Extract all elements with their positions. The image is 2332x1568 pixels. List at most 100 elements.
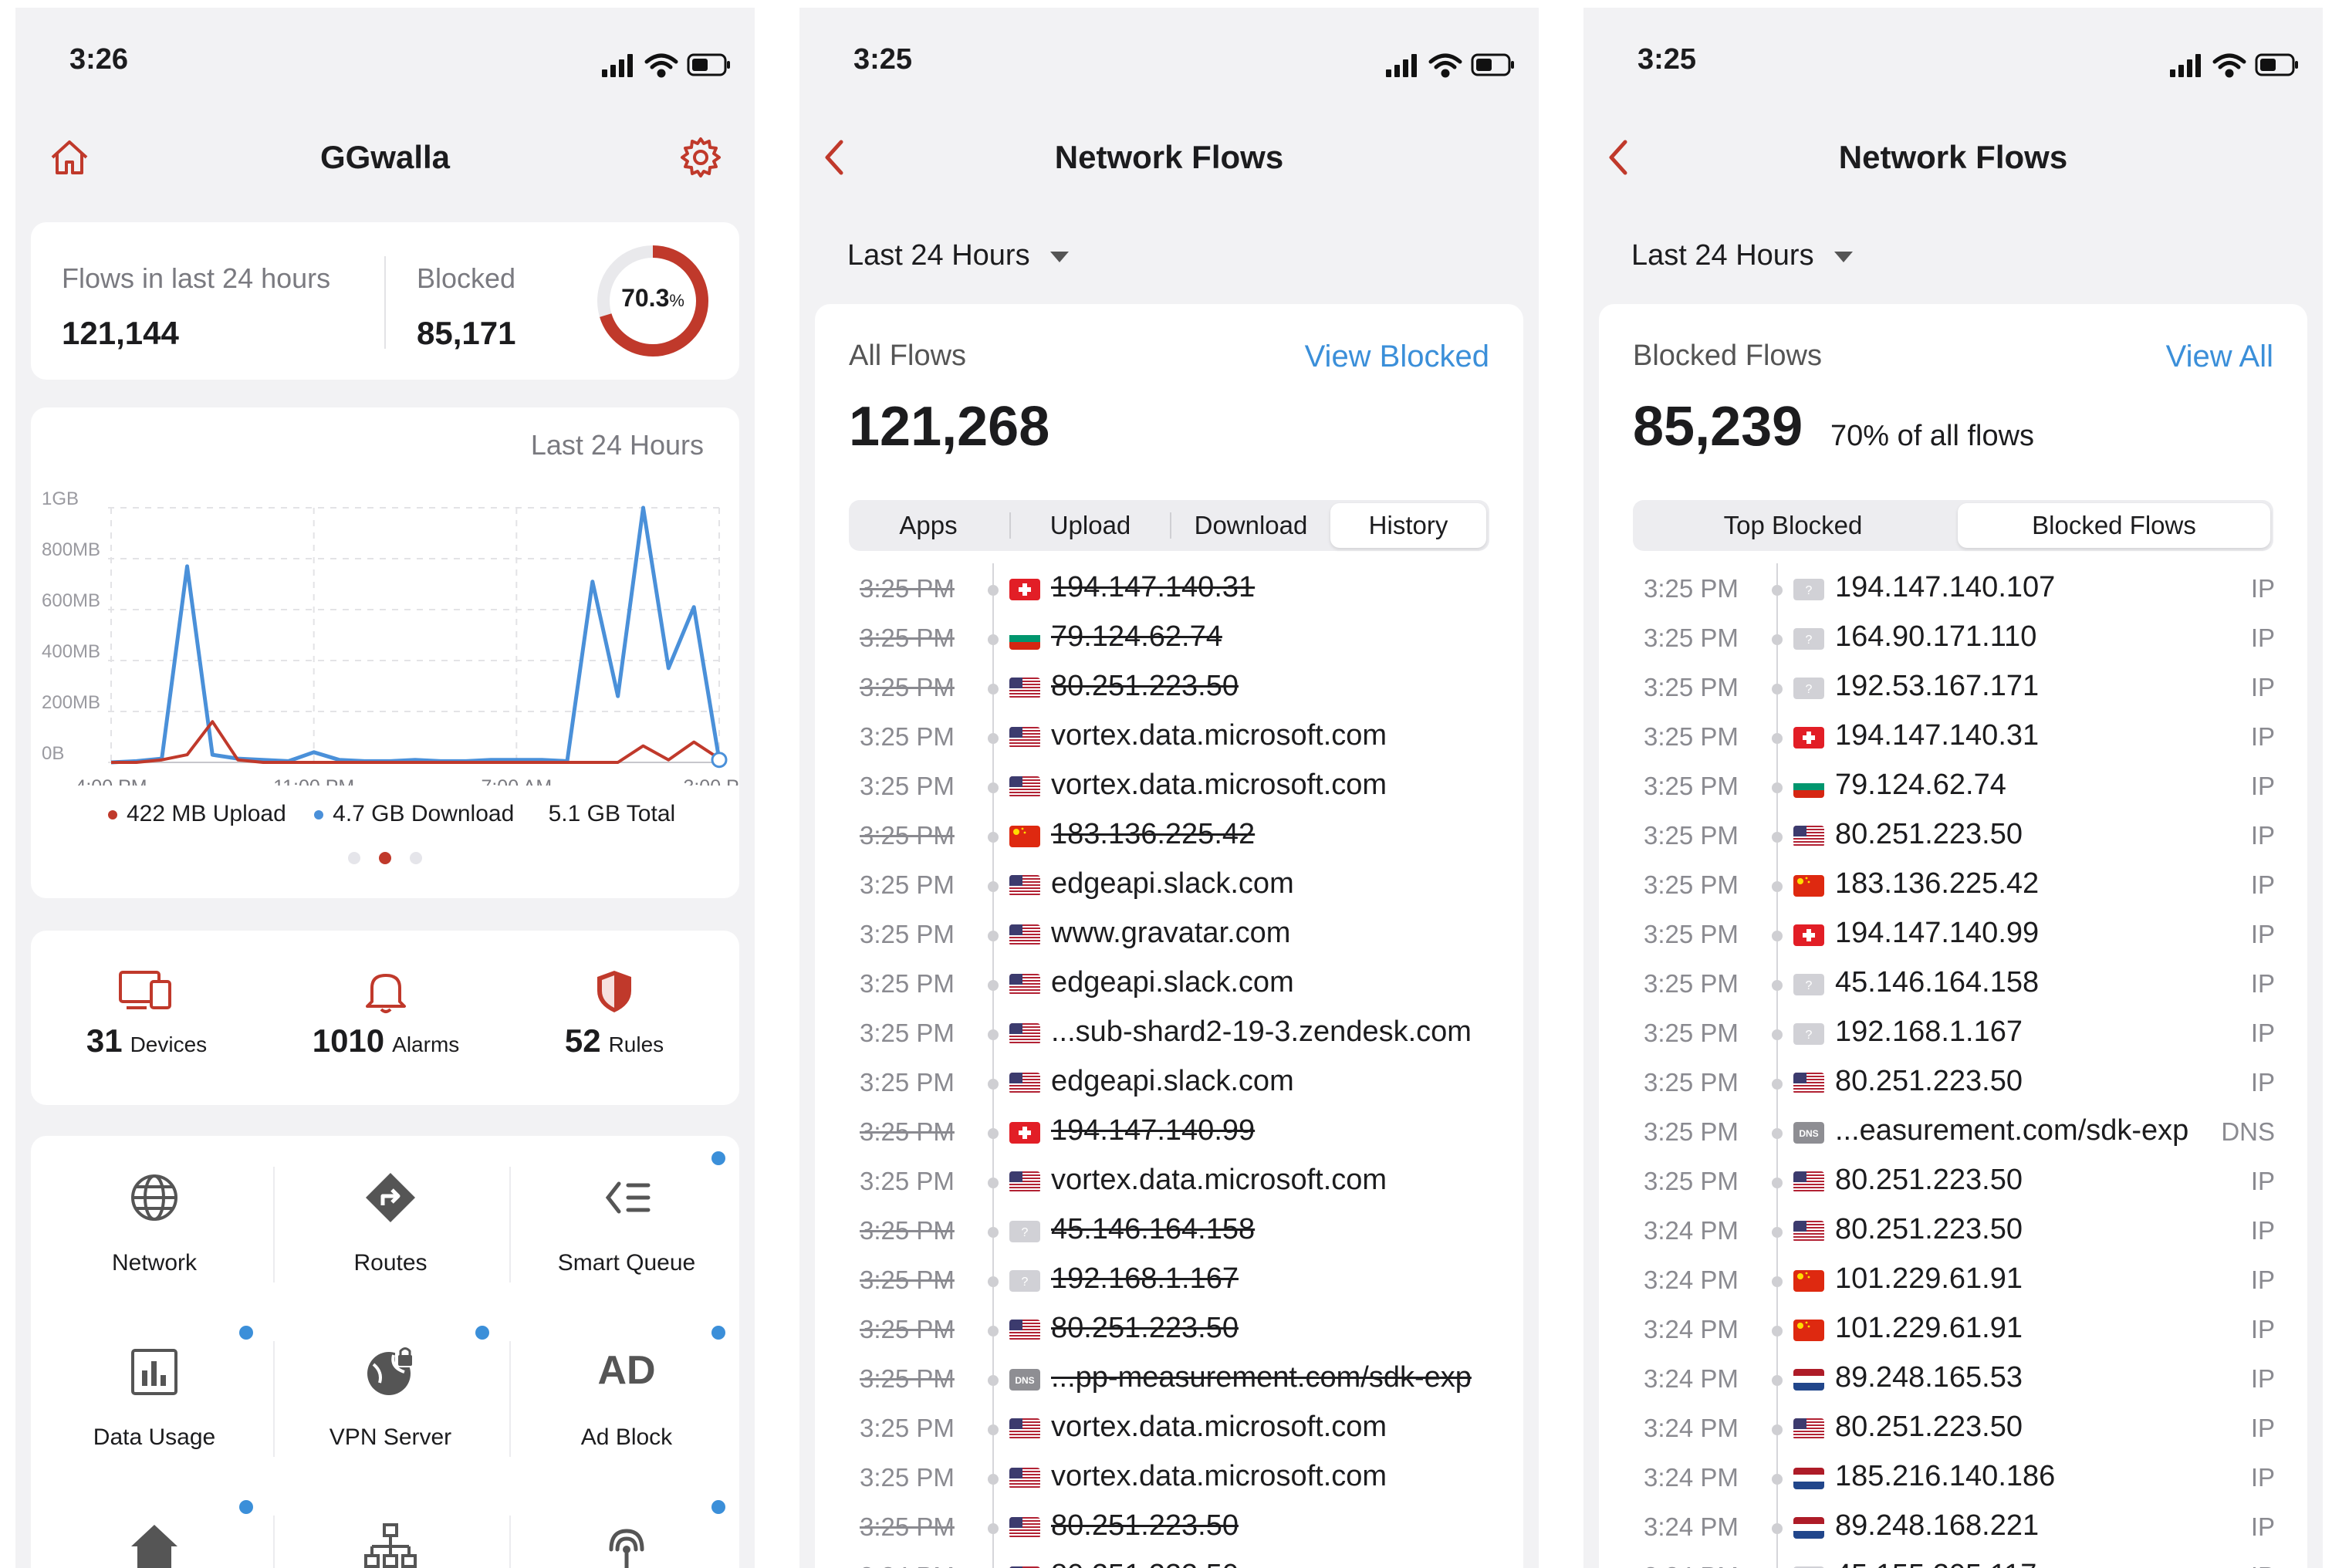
- view-all-link[interactable]: View All: [2166, 340, 2273, 374]
- flow-row[interactable]: 3:25 PM DNS ...pp-measurement.com/sdk-exp: [815, 1355, 1523, 1404]
- flow-row[interactable]: 3:25 PM 80.251.223.50: [815, 664, 1523, 713]
- flow-row[interactable]: 3:25 PM edgeapi.slack.com: [815, 960, 1523, 1009]
- bell-icon: [366, 974, 406, 1013]
- tab-apps[interactable]: Apps: [849, 500, 1008, 551]
- y-tick-label: 800MB: [42, 539, 100, 560]
- blocked-count: 85,239: [1633, 396, 1803, 458]
- status-icons: [602, 53, 730, 78]
- chart-card[interactable]: Last 24 Hours 0B 200MB 400MB 600MB 800MB 1GB 4…: [31, 407, 739, 898]
- flow-row[interactable]: 3:25 PM? 192.168.1.167 IP: [1599, 1009, 2307, 1059]
- data-usage-tile[interactable]: Data Usage: [39, 1310, 270, 1465]
- flow-host: 164.90.171.110: [1835, 620, 2037, 653]
- timeline-dot: [1772, 1424, 1783, 1435]
- ad-block-tile[interactable]: AD Ad Block: [511, 1310, 742, 1465]
- ch-flag-icon: [1793, 924, 1824, 946]
- flow-row[interactable]: 3:25 PM 194.147.140.99 IP: [1599, 911, 2307, 960]
- tab-top-blocked[interactable]: Top Blocked: [1633, 500, 1953, 551]
- flow-row[interactable]: 3:25 PM? 164.90.171.110 IP: [1599, 614, 2307, 664]
- us-flag-icon: [1009, 924, 1040, 946]
- flow-row[interactable]: 3:25 PM 80.251.223.50 IP: [1599, 1157, 2307, 1207]
- flow-time: 3:25 PM: [860, 1068, 955, 1097]
- gear-icon[interactable]: [678, 134, 724, 181]
- flow-row[interactable]: 3:25 PM vortex.data.microsoft.com: [815, 1157, 1523, 1207]
- network-tile[interactable]: Network: [39, 1136, 270, 1290]
- flow-type: IP: [2250, 574, 2275, 603]
- summary-card[interactable]: Flows in last 24 hours 121,144 Blocked 8…: [31, 222, 739, 380]
- family-tile[interactable]: [39, 1485, 270, 1568]
- broadcast-tile[interactable]: [511, 1485, 742, 1568]
- smart-queue-tile[interactable]: Smart Queue: [511, 1136, 742, 1290]
- nl-flag-icon: [1793, 1369, 1824, 1391]
- quick-stats-card[interactable]: 31 Devices 1010 Alarms 52 Rules: [31, 931, 739, 1105]
- flow-row[interactable]: 3:25 PM DNS ...easurement.com/sdk-exp DNS: [1599, 1108, 2307, 1157]
- time-range-dropdown[interactable]: Last 24 Hours: [847, 239, 1069, 272]
- tab-history[interactable]: History: [1330, 503, 1486, 548]
- flow-row[interactable]: 3:25 PM 183.136.225.42: [815, 812, 1523, 861]
- flow-row[interactable]: 3:25 PM vortex.data.microsoft.com: [815, 1454, 1523, 1503]
- topology-tile[interactable]: [275, 1485, 506, 1568]
- flows-label: Flows in last 24 hours: [62, 262, 331, 294]
- flow-row[interactable]: 3:24 PM 89.248.168.221 IP: [1599, 1503, 2307, 1553]
- flow-row[interactable]: 3:25 PM www.gravatar.com: [815, 911, 1523, 960]
- devices-stat[interactable]: 31 Devices: [69, 968, 224, 1059]
- flow-row[interactable]: 3:25 PM 79.124.62.74 IP: [1599, 762, 2307, 812]
- flow-row[interactable]: 3:25 PM 80.251.223.50 IP: [1599, 1059, 2307, 1108]
- home-screen: 3:26 GGwalla Flows in last 24 hours 121,…: [15, 8, 755, 1568]
- flow-row[interactable]: 3:25 PM 80.251.223.50 IP: [1599, 812, 2307, 861]
- tab-upload[interactable]: Upload: [1011, 500, 1170, 551]
- page-dot[interactable]: [379, 852, 391, 864]
- features-card: Network Routes Smart Queue Data Usage VP…: [31, 1136, 739, 1568]
- blocked-list[interactable]: 3:25 PM? 194.147.140.107 IP 3:25 PM? 164.90.…: [1599, 563, 2307, 1568]
- tab-download[interactable]: Download: [1171, 500, 1330, 551]
- flow-row[interactable]: 3:24 PM 185.216.140.186 IP: [1599, 1454, 2307, 1503]
- timeline-dot: [988, 1375, 999, 1386]
- flow-row[interactable]: 3:25 PM edgeapi.slack.com: [815, 1059, 1523, 1108]
- flow-row[interactable]: 3:24 PM 101.229.61.91 IP: [1599, 1306, 2307, 1355]
- flow-row[interactable]: 3:25 PM? 192.168.1.167: [815, 1256, 1523, 1306]
- flow-row[interactable]: 3:25 PM vortex.data.microsoft.com: [815, 1404, 1523, 1454]
- rules-stat[interactable]: 52 Rules: [553, 968, 676, 1059]
- unknown-flag-text: ?: [1806, 634, 1813, 647]
- flow-row[interactable]: 3:25 PM edgeapi.slack.com: [815, 861, 1523, 911]
- house-icon: [131, 1525, 177, 1568]
- flow-row[interactable]: 3:24 PM 80.251.223.50 IP: [1599, 1207, 2307, 1256]
- flow-row[interactable]: 3:25 PM? 192.53.167.171 IP: [1599, 664, 2307, 713]
- vpn-server-tile[interactable]: VPN Server: [275, 1310, 506, 1465]
- time-range-dropdown[interactable]: Last 24 Hours: [1631, 239, 1853, 272]
- flow-row[interactable]: 3:25 PM? 45.146.164.158: [815, 1207, 1523, 1256]
- timeline-dot: [1772, 634, 1783, 645]
- blocked-value: 85,171: [417, 315, 516, 351]
- flow-row[interactable]: 3:25 PM vortex.data.microsoft.com: [815, 713, 1523, 762]
- page-dot[interactable]: [348, 852, 360, 864]
- page-dots[interactable]: [31, 852, 739, 868]
- flow-row[interactable]: 3:25 PM 80.251.223.50: [815, 1503, 1523, 1553]
- flow-row[interactable]: 3:25 PM 194.147.140.31: [815, 565, 1523, 614]
- flow-row[interactable]: 3:25 PM 80.251.223.50: [815, 1306, 1523, 1355]
- devices-icon: [119, 971, 171, 1009]
- flow-row[interactable]: 3:25 PM vortex.data.microsoft.com: [815, 762, 1523, 812]
- timeline-dot: [1772, 782, 1783, 793]
- flow-row[interactable]: 3:24 PM?45.155.205.117IP: [1599, 1553, 2307, 1568]
- flow-row[interactable]: 3:24 PM 101.229.61.91 IP: [1599, 1256, 2307, 1306]
- flow-row[interactable]: 3:24 PM 89.248.165.53 IP: [1599, 1355, 2307, 1404]
- flow-row[interactable]: 3:25 PM 79.124.62.74: [815, 614, 1523, 664]
- flow-row[interactable]: 3:25 PM? 194.147.140.107 IP: [1599, 565, 2307, 614]
- page-dot[interactable]: [410, 852, 422, 864]
- us-flag-icon: [1009, 678, 1040, 699]
- ad-block-label: Ad Block: [580, 1424, 673, 1450]
- flow-type: IP: [2250, 1414, 2275, 1442]
- flow-row[interactable]: 3:25 PM 194.147.140.31 IP: [1599, 713, 2307, 762]
- view-blocked-link[interactable]: View Blocked: [1305, 340, 1489, 374]
- tab-blocked-flows[interactable]: Blocked Flows: [1958, 503, 2270, 548]
- flow-row[interactable]: 3:25 PM? 45.146.164.158 IP: [1599, 960, 2307, 1009]
- alarms-stat[interactable]: 1010 Alarms: [309, 968, 463, 1059]
- flows-list[interactable]: 3:25 PM 194.147.140.31 3:25 PM 79.124.62.74…: [815, 563, 1523, 1568]
- flow-row[interactable]: 3:24 PM 80.251.223.50 IP: [1599, 1404, 2307, 1454]
- us-flag-icon: [1009, 1023, 1040, 1045]
- flow-row[interactable]: 3:24 PM 80.251.223.50: [815, 1553, 1523, 1568]
- flow-row[interactable]: 3:25 PM 183.136.225.42 IP: [1599, 861, 2307, 911]
- flow-row[interactable]: 3:25 PM ...sub-shard2-19-3.zendesk.com: [815, 1009, 1523, 1059]
- routes-tile[interactable]: Routes: [275, 1136, 506, 1290]
- flow-row[interactable]: 3:25 PM 194.147.140.99: [815, 1108, 1523, 1157]
- flow-host: 192.168.1.167: [1835, 1015, 2023, 1048]
